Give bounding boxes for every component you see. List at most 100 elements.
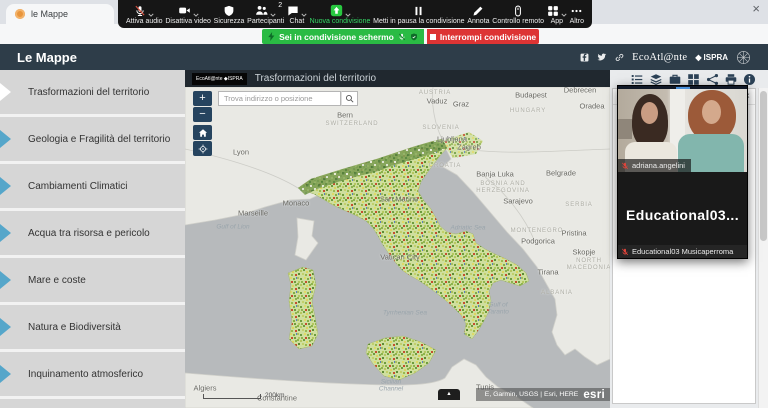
chat-icon <box>287 4 307 17</box>
chevron-down-icon <box>148 13 154 17</box>
camera-icon <box>178 4 199 17</box>
toolbar-button-chat[interactable]: Chat <box>287 0 307 28</box>
participant-count-badge: 2 <box>278 2 282 9</box>
toolbar-button-label: App <box>551 18 563 25</box>
sidebar-item-label: Mare e coste <box>28 275 86 286</box>
layers-icon[interactable] <box>649 73 663 86</box>
home-icon <box>198 128 208 138</box>
home-button[interactable] <box>193 125 212 140</box>
apps-icon <box>547 4 567 17</box>
toolbar-button-label: Sicurezza <box>214 18 245 25</box>
participant1-nameplate: adriana.angelini <box>618 159 691 172</box>
locate-button[interactable] <box>193 141 212 156</box>
muted-mic-icon <box>621 248 629 256</box>
toolbar-button-altro[interactable]: Altro <box>570 0 584 28</box>
toolbar-button-annota[interactable]: Annota <box>467 0 489 28</box>
toolbar-button-disattiva-video[interactable]: Disattiva video <box>165 0 211 28</box>
toolbar-button-controllo-remoto[interactable]: Controllo remoto <box>492 0 544 28</box>
bolt-icon <box>268 32 275 41</box>
muted-mic-icon <box>621 162 629 170</box>
share-screen-icon <box>330 4 351 17</box>
stop-share-text: Interrompi condivisione <box>440 32 536 42</box>
toolbar-button-label: Partecipanti <box>247 18 284 25</box>
toolbar-button-app[interactable]: App <box>547 0 567 28</box>
map-canvas[interactable] <box>185 87 610 408</box>
scrollbar-thumb[interactable] <box>760 91 767 241</box>
toolbar-button-label: Chat <box>289 18 304 25</box>
arrow-right-icon <box>0 177 11 195</box>
magnifier-icon <box>345 94 354 103</box>
info-icon[interactable] <box>743 73 756 86</box>
facebook-icon[interactable] <box>580 53 589 62</box>
toolbar-button-label: Attiva audio <box>126 18 163 25</box>
zoom-out-button[interactable]: − <box>193 107 212 122</box>
search-button[interactable] <box>341 91 358 106</box>
arrow-right-icon <box>0 83 11 101</box>
tab-title: le Mappe <box>31 9 68 19</box>
link-icon[interactable] <box>615 53 624 62</box>
sidebar-item[interactable]: Trasformazioni del territorio <box>0 70 185 114</box>
toolbar-button-metti-in-pausa-la-condivisione[interactable]: Metti in pausa la condivisione <box>373 0 464 28</box>
ecoatlante-logo[interactable]: EcoAtl@nte <box>632 52 687 63</box>
sidebar-item-partial[interactable] <box>0 399 185 408</box>
map-title-bar: EcoAtl@nte ◆ISPRA Trasformazioni del ter… <box>185 70 610 87</box>
sidebar-item[interactable]: Geologia e Fragilità del territorio <box>0 117 185 161</box>
ispra-logo[interactable]: ◆ ISPRA <box>695 53 728 62</box>
zoom-in-button[interactable]: + <box>193 91 212 106</box>
pause-icon <box>413 4 424 17</box>
toolbar-button-attiva-audio[interactable]: Attiva audio <box>126 0 163 28</box>
meeting-video-window[interactable]: adriana.angelini Educational03... Educat… <box>617 85 748 259</box>
chevron-down-icon <box>561 13 567 17</box>
chevron-down-icon <box>301 13 307 17</box>
toolbar-button-label: Nuova condivisione <box>310 18 371 25</box>
attribution-text: E, Garmin, USGS | Esri, HERE <box>485 391 579 398</box>
stop-icon <box>430 34 436 40</box>
stop-share-button[interactable]: Interrompi condivisione <box>427 29 539 44</box>
sidebar-item[interactable]: Acqua tra risorsa e pericolo <box>0 211 185 255</box>
chevron-down-icon <box>345 13 351 17</box>
sidebar-item[interactable]: Inquinamento atmosferico <box>0 352 185 396</box>
legend-icon[interactable] <box>630 73 644 86</box>
browser-tab[interactable]: le Mappe <box>6 4 114 24</box>
header-logos: EcoAtl@nte ◆ ISPRA <box>580 50 751 65</box>
partner-logo-icon <box>736 50 751 65</box>
toolbar-button-sicurezza[interactable]: Sicurezza <box>214 0 245 28</box>
participant-video-1: adriana.angelini <box>618 89 747 172</box>
sidebar-item[interactable]: Mare e coste <box>0 258 185 302</box>
share-icon[interactable] <box>706 73 719 86</box>
map-area: EcoAtl@nte ◆ISPRA Trasformazioni del ter… <box>185 70 610 408</box>
search-input[interactable] <box>218 91 341 106</box>
sidebar-item[interactable]: Natura e Biodiversità <box>0 305 185 349</box>
attribution-expander[interactable]: ▲ <box>438 389 460 400</box>
toolbar-button-label: Annota <box>467 18 489 25</box>
mic-muted-mini-icon <box>398 33 406 41</box>
sidebar-item-label: Natura e Biodiversità <box>28 322 121 333</box>
sidebar-item[interactable]: Cambiamenti Climatici <box>0 164 185 208</box>
toolbar-button-partecipanti[interactable]: 2Partecipanti <box>247 0 284 28</box>
toolbar-button-nuova-condivisione[interactable]: Nuova condivisione <box>310 0 371 28</box>
pencil-icon <box>472 4 484 17</box>
window-close-button[interactable]: × <box>752 2 760 16</box>
sidebar-item-label: Cambiamenti Climatici <box>28 181 127 192</box>
arrow-right-icon <box>0 130 11 148</box>
basemap-icon[interactable] <box>668 73 682 86</box>
shield-icon <box>223 4 235 17</box>
participants-icon: 2 <box>255 4 276 17</box>
esri-logo: esri <box>583 389 605 401</box>
toolbar-button-label: Disattiva video <box>165 18 211 25</box>
map-brand-logo: EcoAtl@nte ◆ISPRA <box>192 73 247 85</box>
twitter-icon[interactable] <box>597 53 607 62</box>
arrow-right-icon <box>0 318 11 336</box>
zoom-toolbar: Attiva audioDisattiva videoSicurezza2Par… <box>118 0 592 28</box>
chevron-down-icon <box>193 13 199 17</box>
toolbar-button-label: Controllo remoto <box>492 18 544 25</box>
participant-video-2: Educational03... Educational03 Musicaper… <box>618 172 747 258</box>
grid-icon[interactable] <box>687 73 700 86</box>
map-title: Trasformazioni del territorio <box>255 73 376 84</box>
scale-line <box>203 394 261 399</box>
screen: le Mappe × ← → sinacloud.isprambiente.it… <box>0 0 768 408</box>
participant2-face <box>702 100 721 124</box>
print-icon[interactable] <box>724 73 738 86</box>
participant2-display-name: Educational03... <box>626 207 739 223</box>
scrollbar[interactable] <box>758 88 768 408</box>
